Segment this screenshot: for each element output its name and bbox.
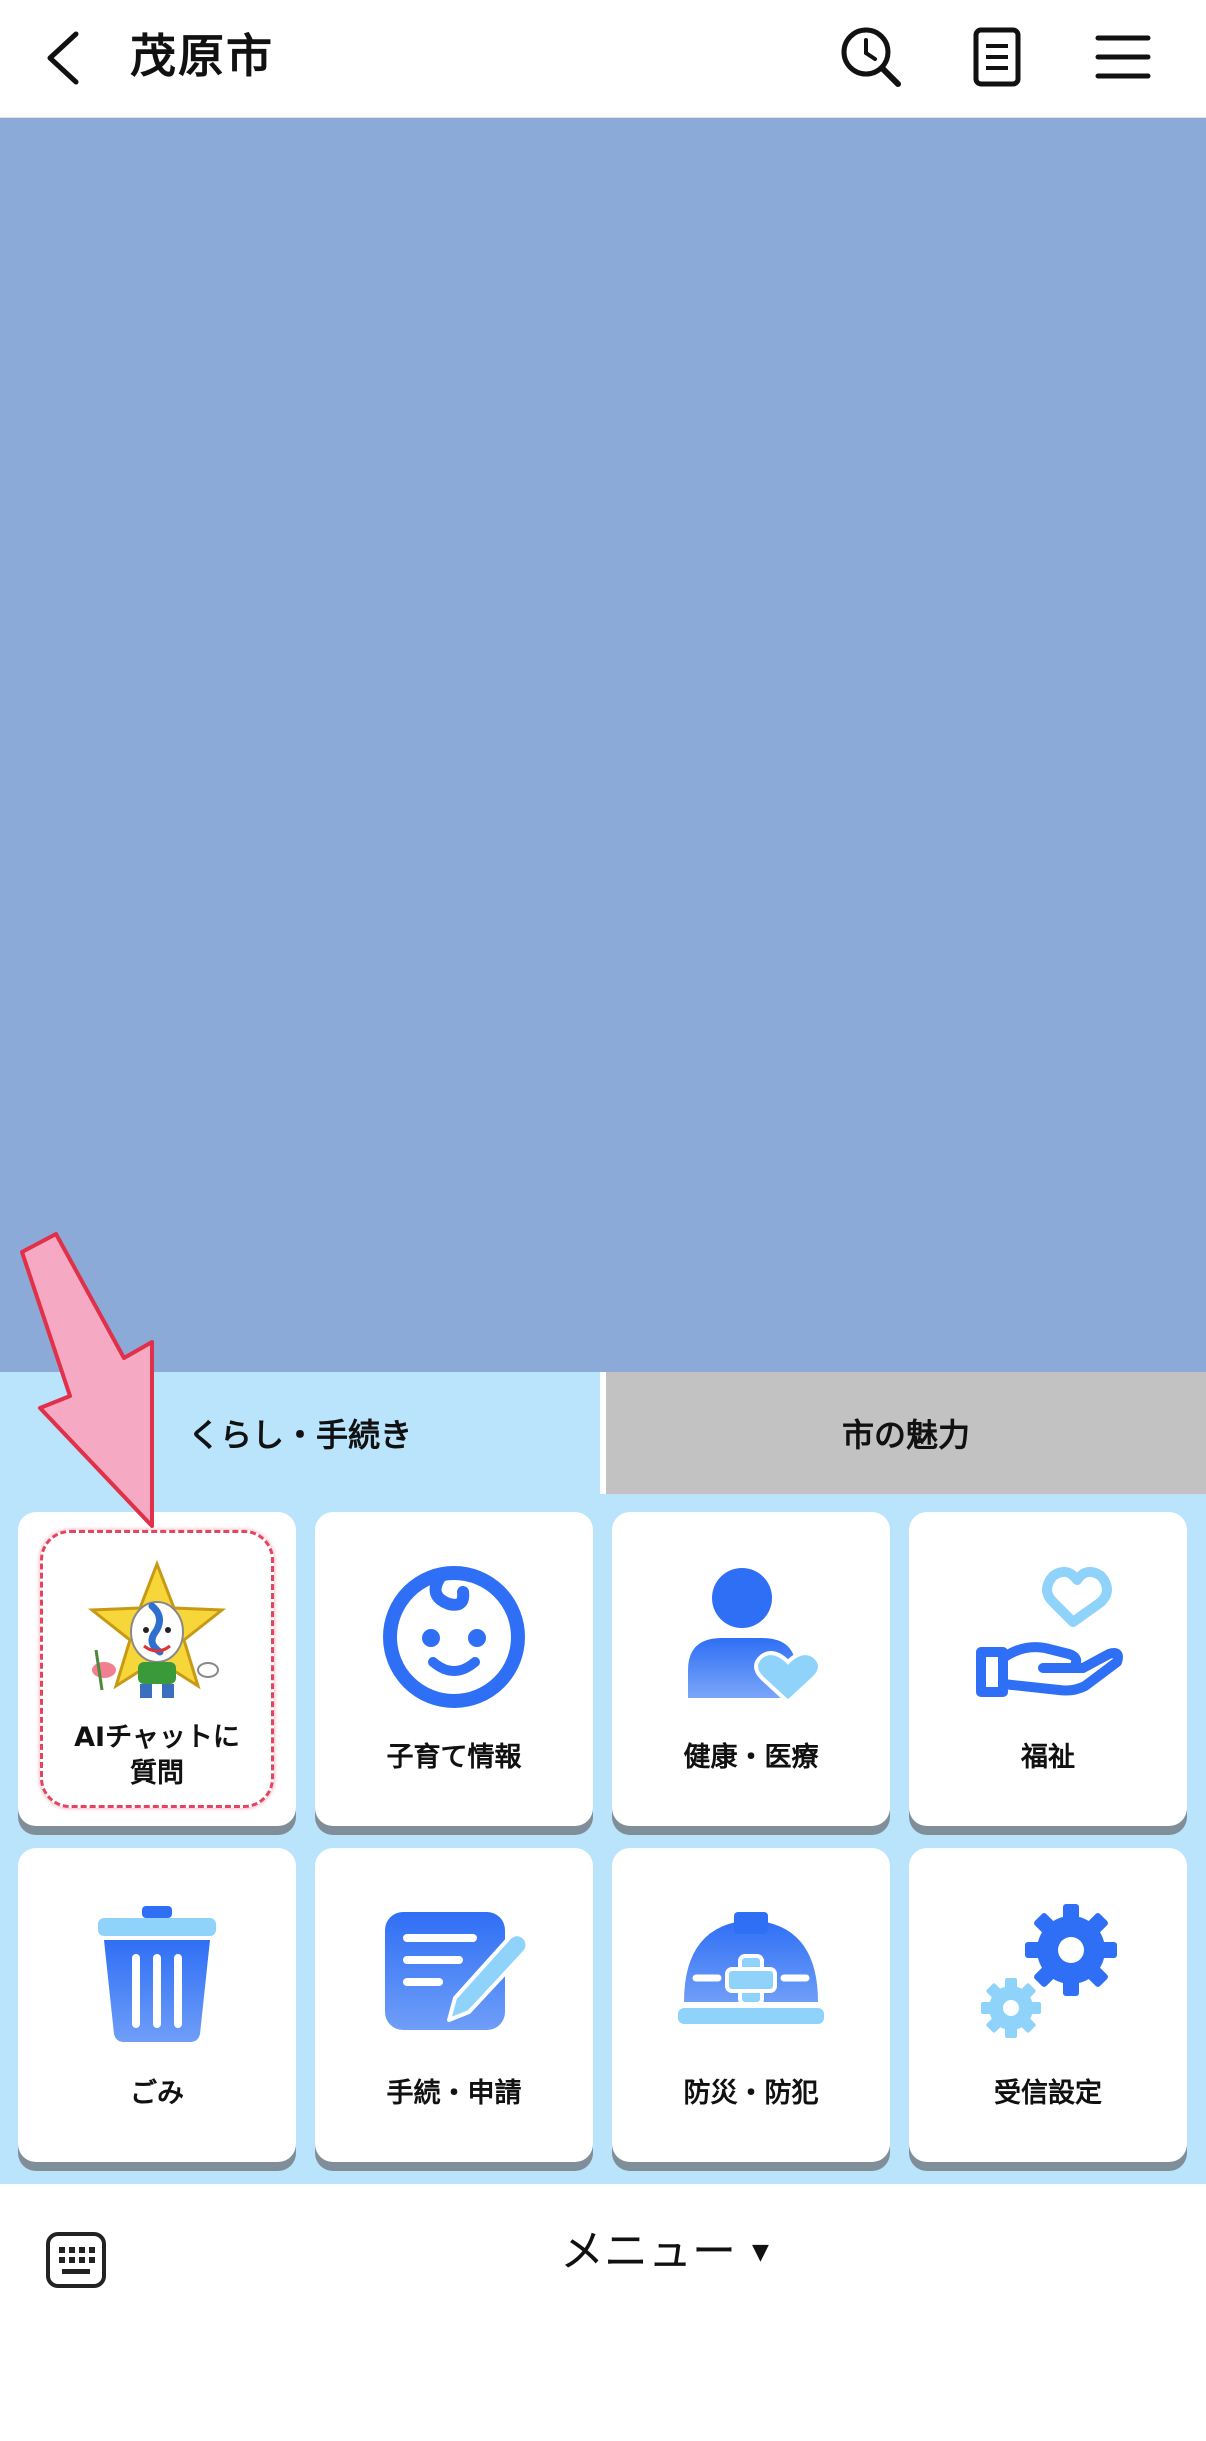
tab-shi-no-miryoku[interactable]: 市の魅力	[606, 1372, 1206, 1494]
tile-label: ごみ	[130, 2078, 184, 2109]
search-history-icon[interactable]	[838, 24, 904, 90]
mascot-icon	[87, 1560, 227, 1698]
tile-label: 健康・医療	[683, 1742, 819, 1773]
tile-label: 子育て情報	[386, 1742, 522, 1773]
ai-chat-tile[interactable]: AIチャットに 質問	[18, 1512, 296, 1826]
procedures-tile[interactable]: 手続・申請	[315, 1848, 593, 2162]
app-header: 茂原市	[0, 0, 1206, 118]
baby-face-icon	[383, 1566, 525, 1708]
tile-label: 質問	[130, 1758, 184, 1789]
document-icon[interactable]	[964, 24, 1030, 90]
tile-label: 手続・申請	[386, 2078, 522, 2109]
keyboard-icon[interactable]	[44, 2228, 108, 2292]
childcare-tile[interactable]: 子育て情報	[315, 1512, 593, 1826]
welfare-tile[interactable]: 福祉	[909, 1512, 1187, 1826]
caret-down-icon[interactable]: ▼	[752, 2240, 769, 2265]
gears-icon	[981, 1904, 1117, 2038]
tile-label: 福祉	[1021, 1742, 1075, 1773]
tile-label: 防災・防犯	[683, 2078, 819, 2109]
garbage-tile[interactable]: ごみ	[18, 1848, 296, 2162]
tile-label: 受信設定	[994, 2078, 1102, 2109]
health-tile[interactable]: 健康・医療	[612, 1512, 890, 1826]
tab-label: くらし・手続き	[187, 1416, 412, 1454]
tile-label: AIチャットに	[74, 1722, 240, 1753]
hand-heart-icon	[976, 1566, 1123, 1697]
tab-label: 市の魅力	[841, 1416, 970, 1454]
document-pen-icon	[385, 1912, 529, 2030]
page-title: 茂原市	[130, 29, 274, 83]
person-heart-icon	[688, 1568, 822, 1705]
rich-menu-panel: くらし・手続き 市の魅力 AIチャットに 質問 子育て情報 健康・医療 福祉 ご…	[0, 1372, 1206, 2184]
hamburger-menu-icon[interactable]	[1090, 24, 1156, 90]
trash-can-icon	[98, 1906, 216, 2042]
notification-settings-tile[interactable]: 受信設定	[909, 1848, 1187, 2162]
footer-bar: メニュー ▼	[0, 2184, 1206, 2441]
disaster-prevention-tile[interactable]: 防災・防犯	[612, 1848, 890, 2162]
helmet-cross-icon	[678, 1912, 824, 2024]
chevron-left-icon[interactable]	[40, 28, 90, 88]
pointer-arrow-annotation	[20, 1232, 154, 1528]
chat-content-area	[0, 118, 1206, 1372]
menu-toggle-label[interactable]: メニュー	[560, 2222, 736, 2282]
